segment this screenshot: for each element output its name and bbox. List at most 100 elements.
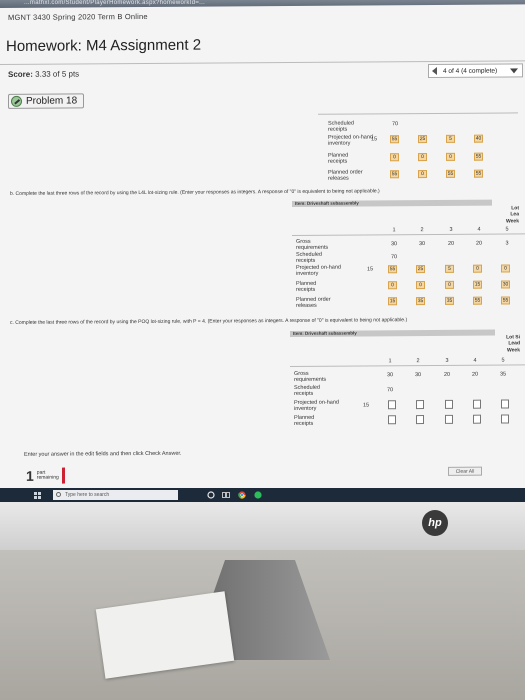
clear-all-button[interactable]: Clear All bbox=[448, 466, 482, 476]
windows-start-icon[interactable] bbox=[34, 492, 41, 499]
answer-cell[interactable]: 5 bbox=[445, 264, 454, 273]
answer-cell[interactable]: 0 bbox=[388, 281, 397, 290]
chevron-down-icon[interactable] bbox=[510, 67, 518, 73]
answer-cell[interactable]: 55 bbox=[390, 170, 399, 179]
monitor: ...mathxl.com/Student/PlayerHomework.asp… bbox=[0, 0, 525, 515]
parts-remaining: 1 part remaining bbox=[26, 467, 65, 484]
gross-value: 35 bbox=[499, 371, 507, 378]
answer-cell[interactable]: 55 bbox=[473, 296, 482, 305]
answer-input[interactable] bbox=[416, 400, 424, 410]
answer-cell[interactable]: 25 bbox=[416, 265, 425, 274]
answer-cell[interactable]: 55 bbox=[388, 265, 397, 274]
previous-question-icon[interactable] bbox=[432, 66, 437, 75]
answer-input[interactable] bbox=[388, 415, 396, 425]
answer-cell[interactable]: 30 bbox=[501, 280, 510, 289]
onhand-start: 15 bbox=[366, 266, 374, 273]
answer-cell[interactable]: 0 bbox=[445, 280, 454, 289]
answer-cell[interactable]: 55 bbox=[474, 152, 483, 161]
part-c-instruction: c. Complete the last three rows of the r… bbox=[10, 317, 408, 326]
gross-value: 20 bbox=[443, 371, 451, 378]
scheduled-receipt-value: 70 bbox=[391, 121, 399, 128]
parts-text: part remaining bbox=[36, 469, 59, 481]
answer-cell[interactable]: 25 bbox=[418, 135, 427, 144]
homework-page: MGNT 3430 Spring 2020 Term B Online Home… bbox=[0, 4, 525, 501]
gross-value: 30 bbox=[390, 241, 398, 248]
answer-cell[interactable]: 55 bbox=[501, 296, 510, 305]
cortana-icon[interactable] bbox=[207, 491, 215, 499]
problem-badge: Problem 18 bbox=[8, 93, 85, 109]
table-rule bbox=[292, 233, 525, 236]
gross-value: 30 bbox=[386, 372, 394, 379]
answer-input[interactable] bbox=[445, 414, 453, 424]
partial-credit-icon bbox=[11, 95, 22, 107]
answer-input[interactable] bbox=[473, 399, 481, 409]
answer-cell[interactable]: 15 bbox=[388, 297, 397, 306]
row-label: receipts bbox=[296, 257, 316, 264]
row-label: receipts bbox=[294, 390, 314, 397]
parts-count: 1 bbox=[26, 467, 34, 484]
onhand-start: 15 bbox=[370, 136, 378, 143]
week-number: 1 bbox=[388, 358, 392, 365]
answer-cell[interactable]: 0 bbox=[418, 170, 427, 179]
answer-cell[interactable]: 40 bbox=[474, 134, 483, 143]
week-number: 3 bbox=[445, 357, 449, 364]
answer-input[interactable] bbox=[473, 414, 481, 424]
week-number: 3 bbox=[449, 226, 453, 233]
search-placeholder: Type here to search bbox=[65, 492, 110, 498]
answer-cell[interactable]: 5 bbox=[446, 134, 455, 143]
table-rule bbox=[318, 112, 518, 115]
hp-logo: hp bbox=[422, 510, 448, 536]
part-b-instruction: b. Complete the last three rows of the r… bbox=[10, 188, 380, 197]
answer-input[interactable] bbox=[445, 399, 453, 409]
answer-cell[interactable]: 0 bbox=[473, 264, 482, 273]
lead-time-label: Lead bbox=[508, 340, 520, 347]
answer-input[interactable] bbox=[501, 399, 509, 409]
week-label: Week bbox=[507, 347, 520, 354]
answer-cell[interactable]: 0 bbox=[416, 281, 425, 290]
table-rule bbox=[290, 364, 525, 367]
row-label: inventory bbox=[328, 140, 351, 147]
gross-value: 20 bbox=[447, 240, 455, 247]
row-label: inventory bbox=[294, 405, 317, 412]
row-label: receipts bbox=[296, 286, 316, 293]
answer-cell[interactable]: 35 bbox=[416, 297, 425, 306]
week-number: 5 bbox=[501, 357, 505, 364]
answer-cell[interactable]: 0 bbox=[418, 153, 427, 162]
question-selector[interactable]: 4 of 4 (4 complete) bbox=[428, 63, 523, 79]
answer-cell[interactable]: 0 bbox=[501, 264, 510, 273]
week-number: 2 bbox=[420, 227, 424, 234]
search-icon bbox=[56, 492, 61, 497]
week-number: 4 bbox=[477, 226, 481, 233]
answer-input[interactable] bbox=[388, 400, 396, 410]
answer-cell[interactable]: 35 bbox=[445, 296, 454, 305]
spotify-icon[interactable] bbox=[254, 491, 262, 499]
row-label: inventory bbox=[296, 270, 319, 277]
task-view-icon[interactable] bbox=[222, 491, 230, 499]
score-value: 3.33 of 5 pts bbox=[35, 69, 80, 79]
week-number: 2 bbox=[416, 358, 420, 365]
row-label: requirements bbox=[296, 244, 329, 251]
answer-cell[interactable]: 55 bbox=[390, 135, 399, 144]
row-label: receipts bbox=[328, 126, 348, 133]
question-position: 4 of 4 (4 complete) bbox=[443, 67, 498, 75]
answer-cell[interactable]: 0 bbox=[390, 153, 399, 162]
answer-cell[interactable]: 15 bbox=[473, 280, 482, 289]
answer-input[interactable] bbox=[416, 415, 424, 425]
answer-input[interactable] bbox=[501, 414, 509, 424]
answer-cell[interactable]: 55 bbox=[474, 169, 483, 178]
progress-bar bbox=[61, 467, 65, 484]
scheduled-receipt-value: 70 bbox=[390, 254, 398, 261]
row-label: releases bbox=[328, 175, 349, 182]
gross-value: 30 bbox=[418, 241, 426, 248]
answer-cell[interactable]: 55 bbox=[446, 169, 455, 178]
page-title: Homework: M4 Assignment 2 bbox=[6, 36, 202, 55]
row-label: releases bbox=[296, 302, 317, 309]
url-text: ...mathxl.com/Student/PlayerHomework.asp… bbox=[24, 0, 206, 6]
score-display: Score: 3.33 of 5 pts bbox=[8, 69, 80, 79]
answer-cell[interactable]: 0 bbox=[446, 152, 455, 161]
week-number: 5 bbox=[505, 226, 509, 233]
problem-label: Problem 18 bbox=[26, 95, 78, 107]
chrome-icon[interactable] bbox=[238, 491, 246, 499]
gross-value: 30 bbox=[414, 372, 422, 379]
taskbar-search-input[interactable]: Type here to search bbox=[53, 490, 178, 500]
